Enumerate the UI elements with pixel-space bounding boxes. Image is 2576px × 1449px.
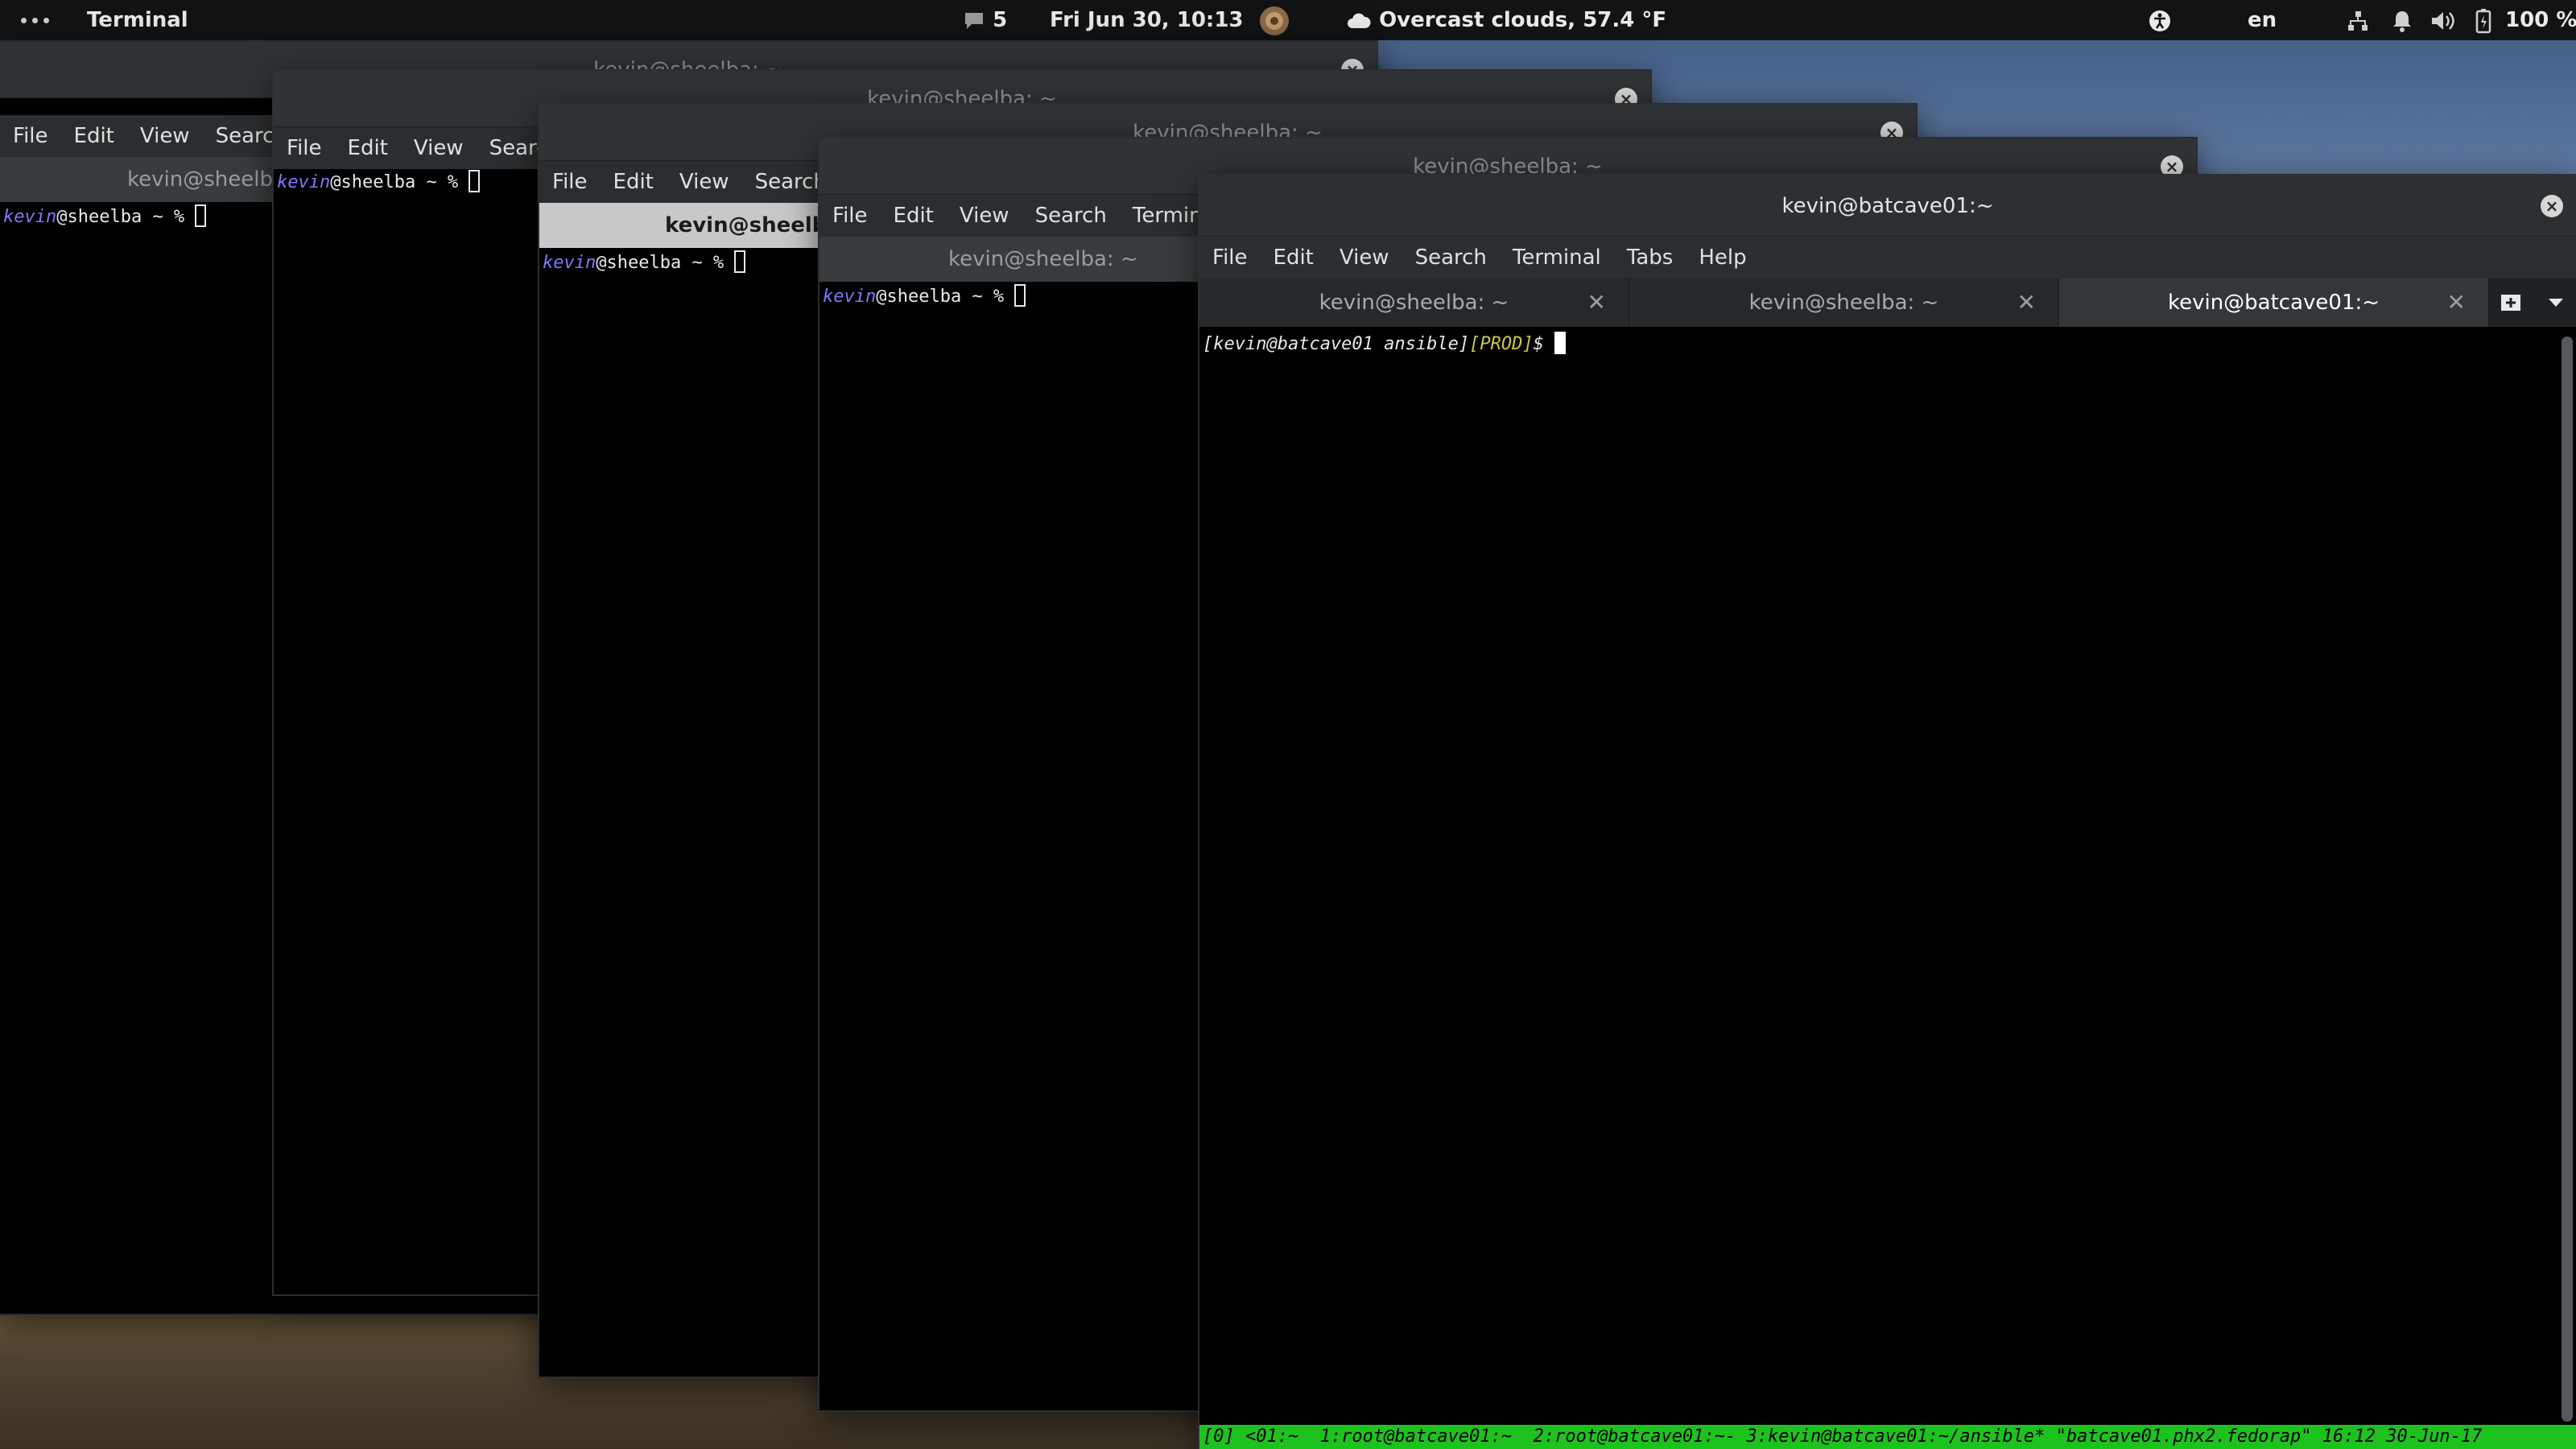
- volume-icon[interactable]: [2429, 0, 2457, 40]
- prompt-env: [PROD]: [1469, 334, 1534, 354]
- cloud-icon: [1348, 13, 1371, 28]
- tab-close-icon[interactable]: ✕: [2447, 279, 2466, 327]
- menu-file[interactable]: File: [0, 124, 61, 148]
- prompt-user: kevin: [277, 172, 331, 192]
- accessibility-icon[interactable]: [2148, 0, 2172, 40]
- close-icon[interactable]: ×: [2541, 195, 2563, 217]
- menu-view[interactable]: View: [127, 124, 203, 148]
- prompt-user: kevin: [543, 253, 597, 273]
- cursor: [1014, 284, 1026, 307]
- tab-3[interactable]: kevin@batcave01:~ ✕: [2059, 279, 2489, 327]
- menu-search[interactable]: Search: [1022, 204, 1120, 228]
- menu-tabs[interactable]: Tabs: [1614, 246, 1686, 270]
- cursor: [734, 250, 746, 273]
- menu-file[interactable]: File: [819, 204, 881, 228]
- menu-file[interactable]: File: [1199, 246, 1261, 270]
- menu-bar: File Edit View Search Terminal Tabs Help: [1199, 237, 2576, 279]
- prompt-symbol: $: [1533, 334, 1555, 354]
- menu-view[interactable]: View: [1327, 246, 1402, 270]
- top-bar: Terminal 5 Fri Jun 30, 10:13 Overcast cl…: [0, 0, 2576, 40]
- battery-icon[interactable]: [2475, 0, 2492, 40]
- menu-view[interactable]: View: [947, 204, 1022, 228]
- menu-file[interactable]: File: [539, 170, 601, 194]
- scrollbar[interactable]: [2562, 336, 2573, 1422]
- window-title[interactable]: kevin@batcave01:~: [1199, 175, 2576, 237]
- menu-view[interactable]: View: [667, 170, 742, 194]
- menu-file[interactable]: File: [274, 136, 335, 160]
- cursor: [195, 204, 207, 227]
- chat-bubble-icon: [965, 12, 983, 29]
- cursor: [469, 170, 481, 192]
- tab-label: kevin@batcave01:~: [2167, 291, 2380, 315]
- menu-help[interactable]: Help: [1686, 246, 1759, 270]
- clock[interactable]: Fri Jun 30, 10:13: [1050, 0, 1244, 40]
- terminal-window-main[interactable]: kevin@batcave01:~ × File Edit View Searc…: [1199, 175, 2576, 1449]
- terminal-output[interactable]: [kevin@batcave01 ansible][PROD]$: [1199, 328, 2576, 1425]
- tab-label: kevin@sheelba: ~: [1319, 291, 1509, 315]
- prompt-host: @sheelba ~ %: [876, 287, 1015, 307]
- prompt-user: kevin: [3, 207, 57, 227]
- tab-1[interactable]: kevin@sheelba: ~ ✕: [1199, 279, 1629, 327]
- weather[interactable]: Overcast clouds, 57.4 °F: [1346, 0, 1666, 40]
- network-icon[interactable]: [2346, 0, 2370, 40]
- tab-label[interactable]: kevin@sheelba: ~: [948, 247, 1138, 271]
- prompt-user: kevin: [823, 287, 877, 307]
- menu-terminal[interactable]: Terminal: [1500, 246, 1614, 270]
- tab-close-icon[interactable]: ✕: [1587, 279, 1606, 327]
- notification-bell-icon[interactable]: [2391, 0, 2413, 40]
- menu-edit[interactable]: Edit: [881, 204, 947, 228]
- menu-edit[interactable]: Edit: [601, 170, 667, 194]
- battery-percent: 100 %: [2505, 8, 2576, 32]
- menu-edit[interactable]: Edit: [61, 124, 127, 148]
- avatar-icon: [1260, 6, 1289, 35]
- close-icon[interactable]: ×: [2161, 155, 2183, 178]
- tab-2[interactable]: kevin@sheelba: ~ ✕: [1629, 279, 2059, 327]
- prompt-host: @sheelba ~ %: [596, 253, 735, 273]
- avatar[interactable]: [1259, 0, 1290, 40]
- activities-dots-icon[interactable]: [21, 0, 49, 40]
- menu-view[interactable]: View: [401, 136, 477, 160]
- prompt-user: [kevin@batcave01 ansible]: [1203, 334, 1470, 354]
- prompt-host: @sheelba ~ %: [56, 207, 196, 227]
- tab-close-icon[interactable]: ✕: [2017, 279, 2036, 327]
- new-tab-icon[interactable]: [2499, 291, 2524, 315]
- cursor: [1554, 332, 1567, 354]
- tab-tools: [2487, 279, 2576, 327]
- menu-edit[interactable]: Edit: [335, 136, 401, 160]
- notifications[interactable]: 5: [963, 0, 1007, 40]
- notification-count: 5: [993, 8, 1008, 32]
- weather-text: Overcast clouds, 57.4 °F: [1379, 8, 1667, 32]
- tab-bar: kevin@sheelba: ~ ✕ kevin@sheelba: ~ ✕ ke…: [1199, 279, 2576, 327]
- tmux-status-line: [0] <01:~ 1:root@batcave01:~ 2:root@batc…: [1199, 1425, 2576, 1449]
- tab-label: kevin@sheelba: ~: [1748, 291, 1939, 315]
- chevron-down-icon[interactable]: [2547, 297, 2565, 308]
- menu-edit[interactable]: Edit: [1261, 246, 1327, 270]
- keyboard-language[interactable]: en: [2248, 0, 2277, 40]
- prompt-host: @sheelba ~ %: [330, 172, 469, 192]
- menu-search[interactable]: Search: [1402, 246, 1500, 270]
- app-menu[interactable]: Terminal: [87, 0, 188, 40]
